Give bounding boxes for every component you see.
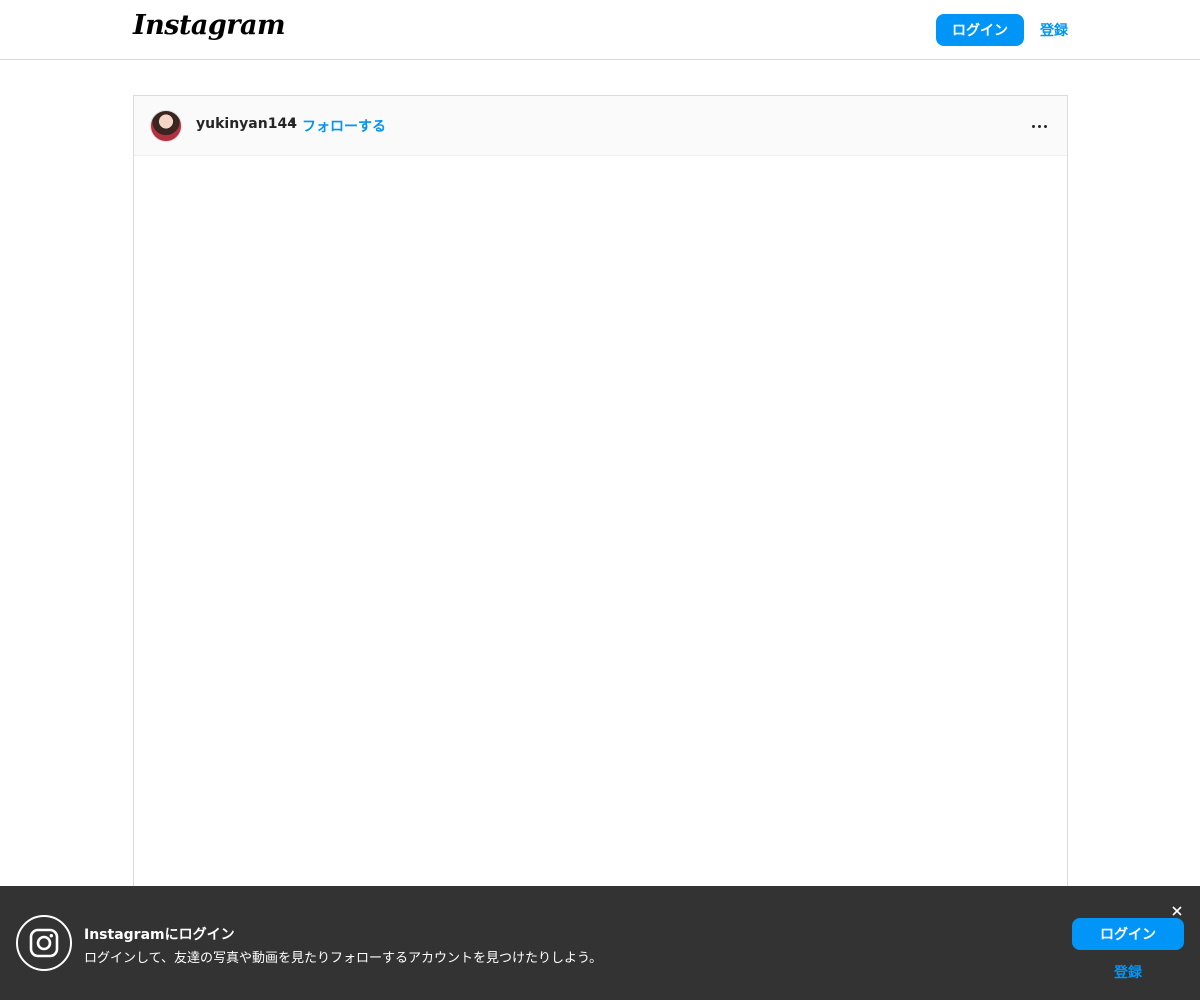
instagram-logo[interactable]: Instagram [133, 10, 286, 41]
post-media [134, 156, 1067, 1001]
banner-signup-link[interactable]: 登録 [1072, 960, 1184, 984]
separator-dot: • [289, 115, 298, 131]
banner-title: Instagramにログイン [84, 927, 235, 943]
follow-button[interactable]: フォローする [302, 116, 386, 136]
instagram-camera-icon [16, 915, 72, 971]
banner-subtitle: ログインして、友達の写真や動画を見たりフォローするアカウントを見つけたりしよう。 [84, 951, 603, 966]
login-banner: Instagramにログイン ログインして、友達の写真や動画を見たりフォローする… [0, 886, 1200, 1000]
more-options-icon[interactable] [1024, 114, 1054, 138]
post-header: yukinyan144 • フォローする [134, 96, 1067, 156]
top-navigation-bar: Instagram ログイン 登録 [0, 0, 1200, 60]
signup-link[interactable]: 登録 [1036, 14, 1072, 46]
post-username[interactable]: yukinyan144 [196, 116, 297, 132]
login-button[interactable]: ログイン [936, 14, 1024, 46]
banner-login-button[interactable]: ログイン [1072, 918, 1184, 950]
post-card: yukinyan144 • フォローする [133, 95, 1068, 1001]
avatar[interactable] [150, 110, 182, 142]
